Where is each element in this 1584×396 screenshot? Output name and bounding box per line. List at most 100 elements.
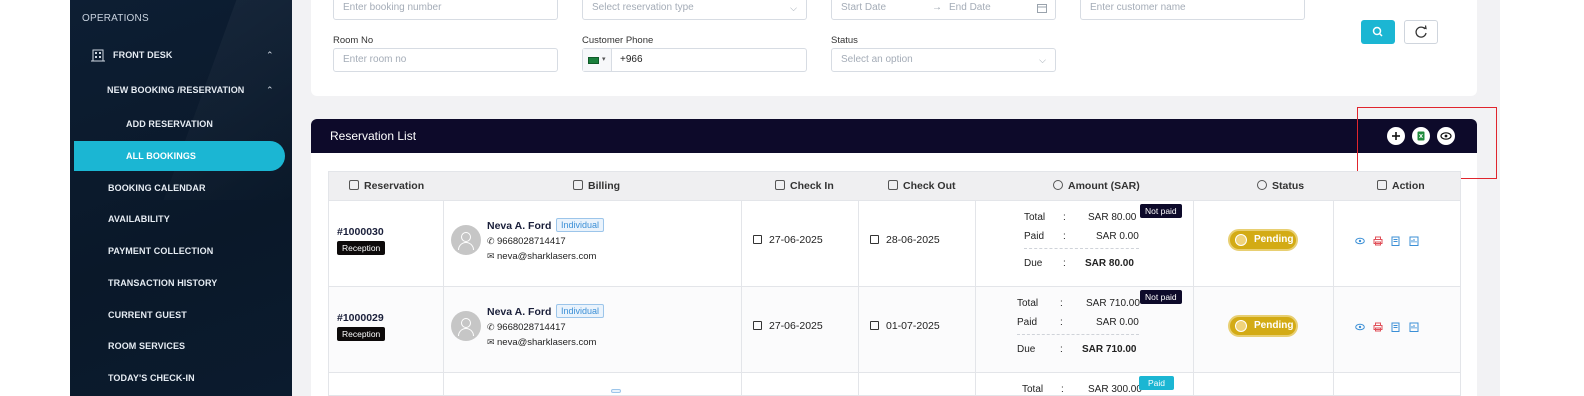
phone-icon: ✆ bbox=[487, 236, 495, 246]
colon: : bbox=[1060, 317, 1063, 328]
invoice-icon[interactable] bbox=[1409, 322, 1419, 332]
table-row[interactable]: Total : SAR 300.00 Paid bbox=[328, 373, 1461, 396]
due-amount: SAR 80.00 bbox=[1085, 258, 1134, 269]
reservation-id[interactable]: #1000029 bbox=[337, 312, 384, 324]
sidebar-item-todays-checkin[interactable]: TODAY'S CHECK-IN bbox=[108, 373, 195, 383]
eye-icon[interactable] bbox=[1355, 236, 1365, 246]
edit-icon[interactable] bbox=[1391, 236, 1401, 246]
column-divider bbox=[1193, 373, 1194, 395]
chevron-up-icon[interactable]: ⌃ bbox=[266, 51, 274, 60]
search-button[interactable] bbox=[1361, 20, 1395, 44]
customer-phone-input[interactable]: ▾ +966 bbox=[582, 48, 807, 72]
print-icon[interactable] bbox=[1373, 236, 1383, 246]
column-divider bbox=[975, 373, 976, 395]
sidebar-item-transaction-history[interactable]: TRANSACTION HISTORY bbox=[108, 278, 217, 288]
status-badge[interactable]: Pending bbox=[1228, 229, 1298, 251]
column-divider bbox=[1193, 201, 1194, 286]
source-badge: Reception bbox=[337, 241, 386, 255]
sidebar: OPERATIONS FRONT DESK ⌃ NEW BOOKING /RES… bbox=[70, 0, 292, 396]
colon: : bbox=[1063, 212, 1066, 223]
reset-button[interactable] bbox=[1404, 20, 1438, 44]
column-divider bbox=[1333, 373, 1334, 395]
colon: : bbox=[1063, 258, 1066, 269]
calendar-icon bbox=[870, 321, 879, 330]
sidebar-item-booking-calendar[interactable]: BOOKING CALENDAR bbox=[108, 183, 206, 193]
reservation-icon bbox=[349, 180, 359, 190]
table-row[interactable]: #1000030 Reception Neva A. Ford Individu… bbox=[328, 201, 1461, 287]
sidebar-item-availability[interactable]: AVAILABILITY bbox=[108, 214, 170, 224]
check-in-date: 27-06-2025 bbox=[753, 320, 823, 332]
column-check-in[interactable]: Check In bbox=[775, 180, 834, 192]
reservation-type-select[interactable]: Select reservation type ⌵ bbox=[582, 0, 807, 20]
calendar-icon bbox=[753, 235, 762, 244]
column-divider bbox=[858, 287, 859, 372]
table-row[interactable]: #1000029 Reception Neva A. Ford Individu… bbox=[328, 287, 1461, 373]
customer-type-badge bbox=[611, 389, 621, 393]
column-reservation[interactable]: Reservation bbox=[349, 180, 424, 192]
sidebar-item-all-bookings[interactable]: ALL BOOKINGS bbox=[126, 151, 196, 161]
colon: : bbox=[1060, 298, 1063, 309]
country-code-select[interactable]: ▾ bbox=[583, 49, 612, 71]
clock-icon bbox=[1235, 234, 1247, 246]
status-text: Pending bbox=[1254, 320, 1294, 331]
check-out-date: 01-07-2025 bbox=[870, 320, 940, 332]
total-amount: SAR 80.00 bbox=[1088, 212, 1137, 223]
edit-icon[interactable] bbox=[1391, 322, 1401, 332]
customer-phone-value: +966 bbox=[620, 54, 643, 65]
sidebar-item-add-reservation[interactable]: ADD RESERVATION bbox=[126, 119, 213, 129]
colon: : bbox=[1063, 231, 1066, 242]
calendar-icon bbox=[775, 180, 785, 190]
paid-label: Paid bbox=[1017, 317, 1038, 328]
sidebar-section-title: OPERATIONS bbox=[82, 13, 149, 24]
status-badge[interactable]: Pending bbox=[1228, 315, 1298, 337]
sidebar-item-payment-collection[interactable]: PAYMENT COLLECTION bbox=[108, 246, 213, 256]
currency-icon bbox=[1053, 180, 1063, 190]
calendar-icon bbox=[1037, 4, 1047, 13]
reservation-id[interactable]: #1000030 bbox=[337, 226, 384, 238]
date-range-picker[interactable]: Start Date → End Date bbox=[831, 0, 1056, 20]
column-amount[interactable]: Amount (SAR) bbox=[1053, 180, 1140, 192]
column-divider bbox=[741, 373, 742, 395]
column-action[interactable]: Action bbox=[1377, 180, 1425, 192]
customer-name-input[interactable]: Enter customer name bbox=[1080, 0, 1305, 20]
chevron-up-icon[interactable]: ⌃ bbox=[266, 86, 274, 95]
payment-status-badge: Paid bbox=[1139, 376, 1175, 390]
sidebar-item-new-booking[interactable]: NEW BOOKING /RESERVATION bbox=[107, 85, 244, 95]
eye-icon[interactable] bbox=[1355, 322, 1365, 332]
customer-email: ✉ neva@sharklasers.com bbox=[487, 337, 596, 348]
search-icon bbox=[1372, 26, 1383, 37]
column-action-label: Action bbox=[1392, 180, 1425, 192]
customer-phone: ✆ 9668028714417 bbox=[487, 236, 566, 247]
booking-number-input[interactable]: Enter booking number bbox=[333, 0, 558, 20]
customer-phone-label: Customer Phone bbox=[582, 35, 654, 46]
clock-icon bbox=[1235, 320, 1247, 332]
reservation-list-header: Reservation List bbox=[311, 119, 1477, 153]
column-billing-label: Billing bbox=[588, 180, 621, 192]
column-divider bbox=[1333, 201, 1334, 286]
status-text: Pending bbox=[1254, 234, 1294, 245]
column-status-label: Status bbox=[1272, 180, 1305, 192]
refresh-icon bbox=[1415, 25, 1427, 38]
column-divider bbox=[975, 287, 976, 372]
column-check-in-label: Check In bbox=[790, 180, 834, 192]
room-no-placeholder: Enter room no bbox=[343, 54, 407, 65]
mail-icon: ✉ bbox=[487, 337, 495, 347]
room-no-input[interactable]: Enter room no bbox=[333, 48, 558, 72]
column-amount-label: Amount (SAR) bbox=[1068, 180, 1140, 192]
payment-status-badge: Not paid bbox=[1140, 290, 1182, 304]
sidebar-item-room-services[interactable]: ROOM SERVICES bbox=[108, 341, 185, 351]
start-date-placeholder: Start Date bbox=[841, 2, 887, 13]
status-select[interactable]: Select an option ⌵ bbox=[831, 48, 1056, 72]
invoice-icon[interactable] bbox=[1409, 236, 1419, 246]
calendar-icon bbox=[870, 235, 879, 244]
column-check-out[interactable]: Check Out bbox=[888, 180, 956, 192]
column-status[interactable]: Status bbox=[1257, 180, 1304, 192]
sidebar-item-front-desk[interactable]: FRONT DESK bbox=[113, 50, 173, 60]
column-billing[interactable]: Billing bbox=[573, 180, 620, 192]
caret-down-icon: ▾ bbox=[602, 56, 606, 63]
customer-name: Neva A. Ford bbox=[487, 306, 552, 318]
mail-icon: ✉ bbox=[487, 251, 495, 261]
print-icon[interactable] bbox=[1373, 322, 1383, 332]
customer-phone: ✆ 9668028714417 bbox=[487, 322, 566, 333]
sidebar-item-current-guest[interactable]: CURRENT GUEST bbox=[108, 310, 187, 320]
